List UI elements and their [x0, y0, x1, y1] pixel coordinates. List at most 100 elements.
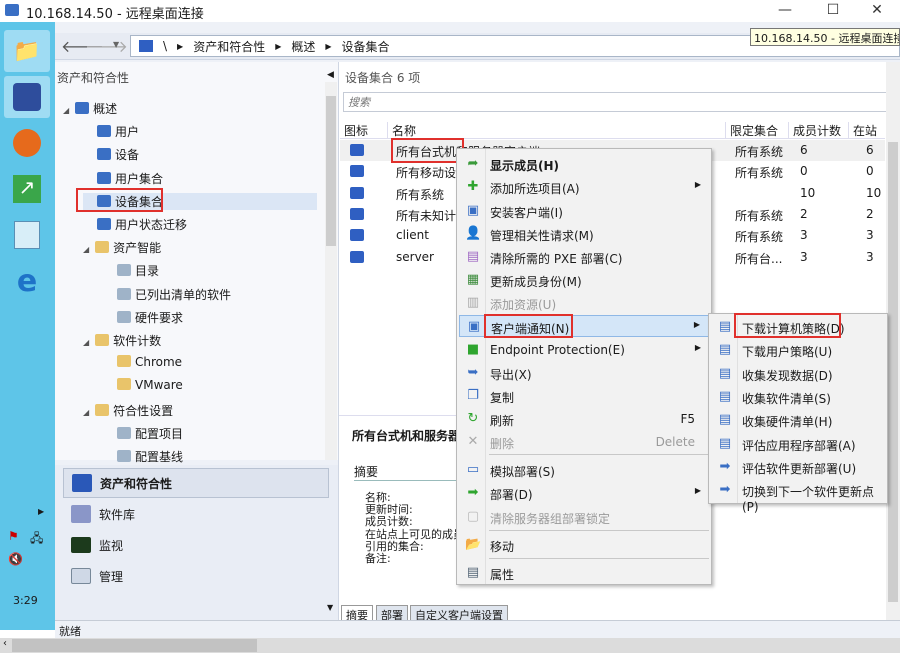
tree-node-icon: [117, 264, 131, 277]
menu-item-label: 安装客户端(I): [490, 206, 563, 220]
tree-item[interactable]: ◢ 软件计数: [83, 332, 161, 349]
context-menu-item[interactable]: ➡ 部署(D) ▶: [459, 482, 709, 504]
notepad-icon[interactable]: [4, 214, 50, 256]
tree-item[interactable]: VMware: [103, 378, 183, 392]
deploy-icon: ➡: [467, 485, 479, 500]
monitor-icon: [71, 537, 91, 553]
workspace-monitoring[interactable]: 监视: [63, 530, 329, 560]
taskbar: 📁 ↗ e ▶ ⚑ 🖧 🔇 3:29: [0, 22, 55, 630]
install-icon: ▣: [466, 203, 480, 218]
collection-icon: [350, 207, 364, 220]
column-icon[interactable]: 图标: [340, 122, 388, 139]
expand-arrow-icon[interactable]: ◢: [63, 106, 69, 115]
pxe-icon: ▤: [466, 249, 480, 264]
tree-item[interactable]: 设备: [83, 146, 139, 163]
tree-item[interactable]: ◢ 资产智能: [83, 239, 161, 256]
tree-item[interactable]: 硬件要求: [103, 309, 183, 326]
submenu-item[interactable]: ▤ 下载用户策略(U): [711, 339, 887, 361]
context-menu-item[interactable]: ▤ 清除所需的 PXE 部署(C): [459, 246, 709, 268]
nav-scrollbar[interactable]: [325, 82, 337, 460]
submenu-item[interactable]: ➡ 切换到下一个软件更新点(P): [711, 479, 887, 514]
cell-member-count: 10: [800, 185, 816, 200]
submenu-item[interactable]: ▤ 收集硬件清单(H): [711, 409, 887, 431]
search-input[interactable]: [343, 92, 889, 112]
context-menu-item[interactable]: ■ Endpoint Protection(E) ▶: [459, 339, 709, 361]
tab-summary[interactable]: 摘要: [341, 605, 373, 622]
tree-item[interactable]: 用户状态迁移: [83, 216, 187, 233]
tree-item[interactable]: 用户: [83, 123, 139, 140]
workspace-options-dropdown[interactable]: ▼: [327, 603, 333, 612]
context-menu-item[interactable]: ▣ 安装客户端(I): [459, 200, 709, 222]
collection-icon: [139, 40, 153, 52]
breadcrumb-item[interactable]: 概述: [291, 38, 315, 55]
shortcut-icon[interactable]: ↗: [4, 168, 50, 210]
close-button[interactable]: ✕: [862, 2, 892, 18]
file-explorer-icon[interactable]: 📁: [4, 30, 50, 72]
tree-item-label: 设备: [115, 148, 140, 163]
context-menu-item[interactable]: ↻ 刷新 F5: [459, 408, 709, 430]
context-menu-item[interactable]: ✚ 添加所选项目(A) ▶: [459, 176, 709, 198]
tree-item[interactable]: 用户集合: [83, 170, 163, 187]
column-site[interactable]: 在站: [849, 122, 885, 139]
tree-node-icon: [75, 102, 90, 114]
speaker-muted-icon[interactable]: 🔇: [8, 552, 23, 566]
config-manager-icon[interactable]: [4, 76, 50, 118]
maximize-button[interactable]: ☐: [818, 2, 848, 18]
tree-node-icon: [97, 171, 111, 184]
cell-limiting-collection: 所有系统: [735, 145, 784, 159]
submenu-item[interactable]: ▤ 评估应用程序部署(A): [711, 433, 887, 455]
context-menu-item[interactable]: ▭ 模拟部署(S): [459, 459, 709, 481]
expand-arrow-icon[interactable]: ◢: [83, 408, 89, 417]
network-icon[interactable]: 🖧: [30, 529, 43, 550]
context-menu-item[interactable]: ▤ 属性: [459, 562, 709, 584]
minimize-button[interactable]: —: [770, 2, 800, 18]
expand-tray-icon[interactable]: ▶: [38, 507, 44, 516]
menu-item-label: 收集软件清单(S): [742, 391, 831, 406]
context-menu-item[interactable]: 📂 移动: [459, 534, 709, 556]
ie-icon[interactable]: e: [4, 260, 50, 302]
tree-item[interactable]: 已列出清单的软件: [103, 286, 231, 303]
submenu-item[interactable]: ➡ 评估软件更新部署(U): [711, 456, 887, 478]
tree-item[interactable]: 配置基线: [103, 448, 183, 465]
tree-item[interactable]: Chrome: [103, 355, 182, 369]
tree-item-label: 硬件要求: [135, 310, 184, 325]
menu-item-label: 模拟部署(S): [490, 465, 555, 479]
context-menu-item[interactable]: ➦ 显示成员(H): [459, 153, 709, 175]
user-icon: 👤: [465, 226, 482, 241]
firefox-icon[interactable]: [4, 122, 50, 164]
forward-button[interactable]: 🡒: [85, 36, 128, 56]
breadcrumb-item[interactable]: 资产和符合性: [193, 38, 265, 55]
context-menu-item: ✕ 删除 Delete: [459, 431, 709, 453]
context-menu-item[interactable]: 👤 管理相关性请求(M): [459, 223, 709, 245]
horizontal-scrollbar[interactable]: ‹: [0, 638, 900, 653]
breadcrumb-item[interactable]: 设备集合: [342, 38, 390, 55]
cell-site-count: 10: [866, 185, 882, 200]
expand-arrow-icon[interactable]: ◢: [83, 338, 89, 347]
context-menu-item[interactable]: ➥ 导出(X): [459, 362, 709, 384]
tree-item[interactable]: 配置项目: [103, 425, 183, 442]
flag-icon[interactable]: ⚑: [8, 529, 19, 543]
tab-custom-client-settings[interactable]: 自定义客户端设置: [410, 605, 508, 622]
context-menu-item[interactable]: ▦ 更新成员身份(M): [459, 269, 709, 291]
tree-item[interactable]: ◢ 概述: [63, 100, 117, 117]
tab-deployments[interactable]: 部署: [376, 605, 408, 622]
tree-item[interactable]: ◢ 符合性设置: [83, 402, 173, 419]
column-name[interactable]: 名称: [388, 122, 726, 139]
breadcrumb-root[interactable]: \: [163, 39, 167, 53]
history-dropdown[interactable]: ▼: [113, 40, 119, 49]
navigation-pane: 资产和符合性 ◀ ◢ 概述 用户 设备 用户集合 设备集合 用户状态迁移 ◢ 资产智能 目录 已列出…: [55, 62, 338, 464]
submenu-item[interactable]: ▤ 收集软件清单(S): [711, 386, 887, 408]
main-scrollbar[interactable]: [886, 62, 900, 620]
collapse-pane-button[interactable]: ◀: [327, 70, 334, 80]
tree-item[interactable]: 目录: [103, 262, 159, 279]
workspace-assets[interactable]: 资产和符合性: [63, 468, 329, 498]
workspace-software-library[interactable]: 软件库: [63, 499, 329, 529]
expand-arrow-icon[interactable]: ◢: [83, 245, 89, 254]
column-limiting-collection[interactable]: 限定集合: [726, 122, 789, 139]
column-member-count[interactable]: 成员计数: [789, 122, 849, 139]
client-notification-submenu: ▤ 下载计算机策略(D) ▤ 下载用户策略(U) ▤ 收集发现数据(D) ▤ 收集软件清单(S…: [708, 313, 888, 514]
workspace-administration[interactable]: 管理: [63, 561, 329, 591]
submenu-item[interactable]: ▤ 收集发现数据(D): [711, 363, 887, 385]
context-menu-item[interactable]: ❐ 复制: [459, 385, 709, 407]
folder-icon: 📂: [465, 537, 482, 552]
